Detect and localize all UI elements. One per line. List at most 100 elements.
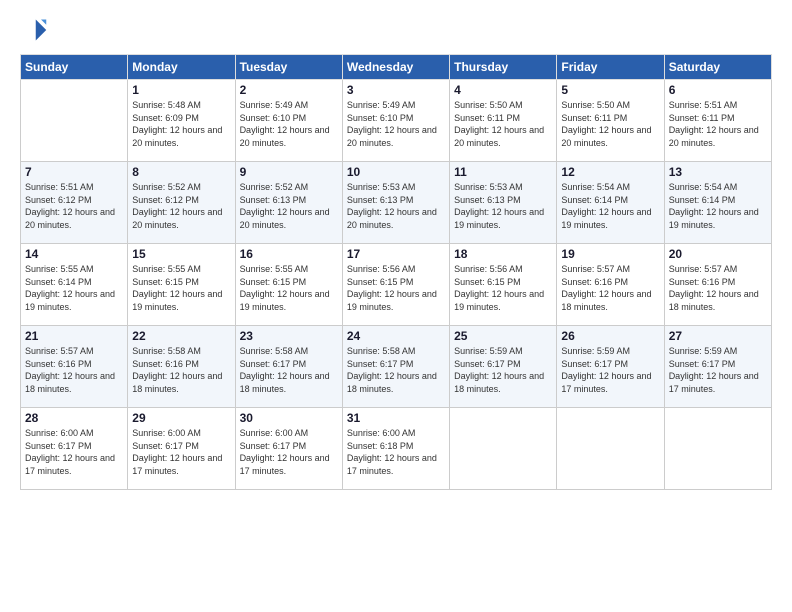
daylight-text: Daylight: 12 hours and 20 minutes. xyxy=(25,206,123,231)
day-info: Sunrise: 5:50 AMSunset: 6:11 PMDaylight:… xyxy=(561,99,659,149)
day-info: Sunrise: 5:53 AMSunset: 6:13 PMDaylight:… xyxy=(347,181,445,231)
col-header-friday: Friday xyxy=(557,55,664,80)
sunset-text: Sunset: 6:15 PM xyxy=(454,276,552,289)
day-number: 2 xyxy=(240,83,338,97)
daylight-text: Daylight: 12 hours and 19 minutes. xyxy=(25,288,123,313)
sunrise-text: Sunrise: 6:00 AM xyxy=(240,427,338,440)
sunrise-text: Sunrise: 5:49 AM xyxy=(347,99,445,112)
sunrise-text: Sunrise: 5:50 AM xyxy=(561,99,659,112)
sunset-text: Sunset: 6:12 PM xyxy=(132,194,230,207)
sunrise-text: Sunrise: 5:56 AM xyxy=(347,263,445,276)
calendar-table: SundayMondayTuesdayWednesdayThursdayFrid… xyxy=(20,54,772,490)
day-info: Sunrise: 5:58 AMSunset: 6:17 PMDaylight:… xyxy=(347,345,445,395)
day-info: Sunrise: 5:52 AMSunset: 6:12 PMDaylight:… xyxy=(132,181,230,231)
day-info: Sunrise: 5:55 AMSunset: 6:15 PMDaylight:… xyxy=(240,263,338,313)
day-number: 30 xyxy=(240,411,338,425)
sunset-text: Sunset: 6:15 PM xyxy=(240,276,338,289)
daylight-text: Daylight: 12 hours and 18 minutes. xyxy=(240,370,338,395)
day-number: 27 xyxy=(669,329,767,343)
sunset-text: Sunset: 6:17 PM xyxy=(454,358,552,371)
daylight-text: Daylight: 12 hours and 18 minutes. xyxy=(347,370,445,395)
day-cell: 6Sunrise: 5:51 AMSunset: 6:11 PMDaylight… xyxy=(664,80,771,162)
daylight-text: Daylight: 12 hours and 18 minutes. xyxy=(561,288,659,313)
sunrise-text: Sunrise: 5:54 AM xyxy=(561,181,659,194)
col-header-wednesday: Wednesday xyxy=(342,55,449,80)
daylight-text: Daylight: 12 hours and 19 minutes. xyxy=(132,288,230,313)
sunrise-text: Sunrise: 5:55 AM xyxy=(132,263,230,276)
day-cell: 29 Sunrise: 6:00 AMSunset: 6:17 PMDayligh… xyxy=(128,408,235,490)
day-number: 29 xyxy=(132,411,230,425)
day-cell: 1Sunrise: 5:48 AMSunset: 6:09 PMDaylight… xyxy=(128,80,235,162)
day-cell: 14Sunrise: 5:55 AMSunset: 6:14 PMDayligh… xyxy=(21,244,128,326)
sunset-text: Sunset: 6:13 PM xyxy=(454,194,552,207)
daylight-text: Daylight: 12 hours and 17 minutes. xyxy=(561,370,659,395)
sunrise-text: Sunrise: 5:59 AM xyxy=(561,345,659,358)
day-number: 22 xyxy=(132,329,230,343)
daylight-text: Daylight: 12 hours and 20 minutes. xyxy=(347,124,445,149)
sunset-text: Sunset: 6:17 PM xyxy=(240,440,338,453)
daylight-text: Daylight: 12 hours and 18 minutes. xyxy=(669,288,767,313)
day-cell: 15Sunrise: 5:55 AMSunset: 6:15 PMDayligh… xyxy=(128,244,235,326)
col-header-sunday: Sunday xyxy=(21,55,128,80)
sunrise-text: Sunrise: 5:57 AM xyxy=(561,263,659,276)
day-info: Sunrise: 5:59 AMSunset: 6:17 PMDaylight:… xyxy=(454,345,552,395)
day-number: 19 xyxy=(561,247,659,261)
day-number: 26 xyxy=(561,329,659,343)
day-number: 15 xyxy=(132,247,230,261)
sunset-text: Sunset: 6:14 PM xyxy=(561,194,659,207)
day-number: 17 xyxy=(347,247,445,261)
day-cell: 7Sunrise: 5:51 AMSunset: 6:12 PMDaylight… xyxy=(21,162,128,244)
day-cell: 20Sunrise: 5:57 AMSunset: 6:16 PMDayligh… xyxy=(664,244,771,326)
day-number: 23 xyxy=(240,329,338,343)
sunrise-text: Sunrise: 5:58 AM xyxy=(347,345,445,358)
sunset-text: Sunset: 6:14 PM xyxy=(669,194,767,207)
sunrise-text: Sunrise: 5:48 AM xyxy=(132,99,230,112)
day-info: Sunrise: 5:58 AMSunset: 6:17 PMDaylight:… xyxy=(240,345,338,395)
day-cell: 13Sunrise: 5:54 AMSunset: 6:14 PMDayligh… xyxy=(664,162,771,244)
daylight-text: Daylight: 12 hours and 20 minutes. xyxy=(240,206,338,231)
day-number: 18 xyxy=(454,247,552,261)
daylight-text: Daylight: 12 hours and 20 minutes. xyxy=(561,124,659,149)
sunset-text: Sunset: 6:16 PM xyxy=(669,276,767,289)
day-number: 25 xyxy=(454,329,552,343)
day-cell: 25 Sunrise: 5:59 AMSunset: 6:17 PMDayligh… xyxy=(450,326,557,408)
day-number: 16 xyxy=(240,247,338,261)
day-cell: 3Sunrise: 5:49 AMSunset: 6:10 PMDaylight… xyxy=(342,80,449,162)
day-info: Sunrise: 5:57 AMSunset: 6:16 PMDaylight:… xyxy=(25,345,123,395)
day-cell: 28Sunrise: 6:00 AMSunset: 6:17 PMDayligh… xyxy=(21,408,128,490)
daylight-text: Daylight: 12 hours and 19 minutes. xyxy=(454,206,552,231)
day-cell xyxy=(21,80,128,162)
day-cell: 30Sunrise: 6:00 AMSunset: 6:17 PMDayligh… xyxy=(235,408,342,490)
sunset-text: Sunset: 6:11 PM xyxy=(669,112,767,125)
daylight-text: Daylight: 12 hours and 20 minutes. xyxy=(132,206,230,231)
week-row-4: 21 Sunrise: 5:57 AMSunset: 6:16 PMDayligh… xyxy=(21,326,772,408)
day-number: 9 xyxy=(240,165,338,179)
day-number: 8 xyxy=(132,165,230,179)
day-number: 13 xyxy=(669,165,767,179)
sunrise-text: Sunrise: 5:55 AM xyxy=(240,263,338,276)
day-info: Sunrise: 6:00 AMSunset: 6:17 PMDaylight:… xyxy=(132,427,230,477)
day-number: 11 xyxy=(454,165,552,179)
sunset-text: Sunset: 6:17 PM xyxy=(240,358,338,371)
day-number: 10 xyxy=(347,165,445,179)
daylight-text: Daylight: 12 hours and 20 minutes. xyxy=(240,124,338,149)
sunset-text: Sunset: 6:15 PM xyxy=(347,276,445,289)
daylight-text: Daylight: 12 hours and 19 minutes. xyxy=(561,206,659,231)
day-info: Sunrise: 6:00 AMSunset: 6:18 PMDaylight:… xyxy=(347,427,445,477)
sunset-text: Sunset: 6:16 PM xyxy=(561,276,659,289)
day-cell: 9Sunrise: 5:52 AMSunset: 6:13 PMDaylight… xyxy=(235,162,342,244)
day-cell: 23 Sunrise: 5:58 AMSunset: 6:17 PMDayligh… xyxy=(235,326,342,408)
daylight-text: Daylight: 12 hours and 18 minutes. xyxy=(132,370,230,395)
sunrise-text: Sunrise: 5:52 AM xyxy=(132,181,230,194)
daylight-text: Daylight: 12 hours and 20 minutes. xyxy=(669,124,767,149)
day-cell: 24Sunrise: 5:58 AMSunset: 6:17 PMDayligh… xyxy=(342,326,449,408)
sunrise-text: Sunrise: 5:59 AM xyxy=(669,345,767,358)
day-number: 3 xyxy=(347,83,445,97)
day-info: Sunrise: 5:51 AMSunset: 6:12 PMDaylight:… xyxy=(25,181,123,231)
day-info: Sunrise: 5:57 AMSunset: 6:16 PMDaylight:… xyxy=(561,263,659,313)
daylight-text: Daylight: 12 hours and 18 minutes. xyxy=(25,370,123,395)
sunset-text: Sunset: 6:17 PM xyxy=(25,440,123,453)
day-cell: 10 Sunrise: 5:53 AMSunset: 6:13 PMDayligh… xyxy=(342,162,449,244)
day-number: 4 xyxy=(454,83,552,97)
day-number: 21 xyxy=(25,329,123,343)
